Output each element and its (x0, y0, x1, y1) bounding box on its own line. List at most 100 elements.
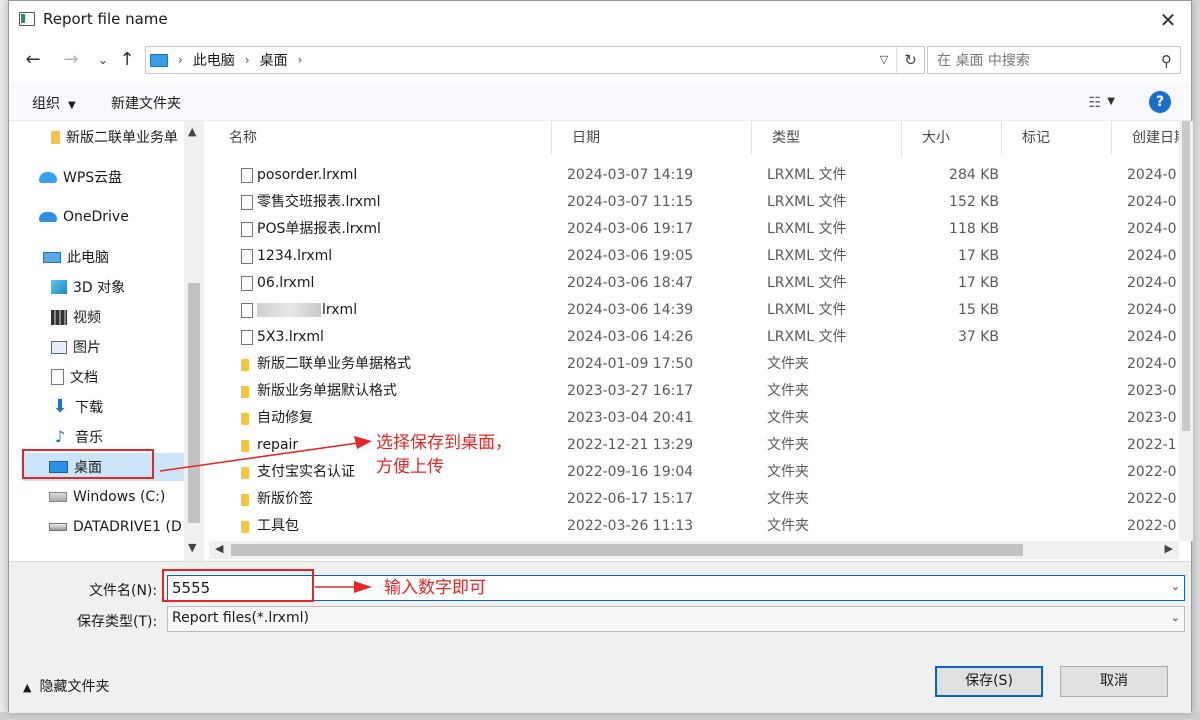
scroll-up-icon[interactable]: ▲ (188, 125, 196, 138)
file-type: 文件夹 (767, 491, 809, 507)
organize-button[interactable]: 组织 ▼ (32, 93, 76, 113)
file-size (909, 513, 999, 540)
nav-item-downloads[interactable]: ⬇ 下载 (51, 393, 204, 421)
file-date: 2024-03-06 18:47 (567, 275, 694, 291)
help-icon[interactable]: ? (1149, 91, 1171, 113)
file-row[interactable]: 06.lrxml 2024-03-06 18:47 LRXML 文件 17 KB 202… (209, 270, 1191, 297)
file-name-text: lrxml (322, 302, 358, 318)
file-row[interactable]: 新版业务单据默认格式 2023-03-27 16:17 文件夹 2023-0 (209, 378, 1191, 405)
file-row[interactable]: 自动修复 2023-03-04 20:41 文件夹 2023-0 (209, 405, 1191, 432)
file-row[interactable]: 工具包 2022-03-26 11:13 文件夹 2022-0 (209, 513, 1191, 540)
file-row[interactable]: POS单据报表.lrxml 2024-03-06 19:17 LRXML 文件 118… (209, 216, 1191, 243)
column-header-date[interactable]: 日期 (552, 121, 752, 155)
hide-folders-toggle[interactable]: ▲ 隐藏文件夹 (23, 676, 109, 696)
new-folder-button[interactable]: 新建文件夹 (111, 93, 181, 113)
view-options-icon[interactable]: ☷ (1088, 95, 1101, 111)
vertical-scroll-thumb[interactable] (1182, 121, 1190, 431)
column-header-tags[interactable]: 标记 (1002, 121, 1112, 155)
horizontal-scroll-thumb[interactable] (231, 544, 1023, 556)
annotation-text-filename: 输入数字即可 (384, 578, 486, 598)
scroll-left-icon[interactable]: ◀ (215, 542, 223, 555)
nav-item-onedrive[interactable]: OneDrive (39, 203, 204, 231)
filename-dropdown-icon[interactable]: ⌄ (1171, 580, 1180, 593)
breadcrumb-desktop[interactable]: 桌面 (260, 50, 288, 70)
file-row[interactable]: repair 2022-12-21 13:29 文件夹 2022-1 (209, 432, 1191, 459)
file-name-text: 工具包 (257, 518, 299, 534)
file-list-horizontal-scrollbar[interactable]: ◀ ▶ (209, 541, 1179, 559)
file-type: LRXML 文件 (767, 275, 847, 291)
file-row[interactable]: 1234.lrxml 2024-03-06 19:05 LRXML 文件 17 KB 2… (209, 243, 1191, 270)
file-size: 15 KB (957, 302, 999, 318)
nav-item-music[interactable]: ♪ 音乐 (51, 423, 204, 451)
nav-item-wps-cloud[interactable]: WPS云盘 (39, 163, 204, 191)
address-dropdown-icon[interactable]: ▽ (874, 47, 894, 73)
up-arrow-icon[interactable]: ↑ (115, 47, 139, 73)
navigation-pane: 新版二联单业务单 WPS云盘 OneDrive 此电脑 3D 对象 视频 图片 … (9, 121, 204, 561)
nav-item-documents[interactable]: 文档 (51, 363, 204, 391)
annotation-box-desktop (22, 449, 154, 479)
filename-input[interactable]: 5555 ⌄ (167, 575, 1185, 601)
file-name-text: 新版二联单业务单据格式 (257, 356, 411, 372)
view-chevron-down-icon[interactable]: ▼ (1107, 96, 1115, 107)
cancel-button[interactable]: 取消 (1060, 666, 1168, 697)
file-name: 新版价签 (257, 486, 557, 513)
breadcrumb-this-pc[interactable]: 此电脑 (193, 50, 235, 70)
nav-item-3d-objects[interactable]: 3D 对象 (51, 273, 204, 301)
scroll-right-icon[interactable]: ▶ (1165, 542, 1173, 555)
onedrive-icon (39, 212, 57, 222)
file-row[interactable]: 5X3.lrxml 2024-03-06 14:26 LRXML 文件 37 KB 20… (209, 324, 1191, 351)
nav-item-label: WPS云盘 (63, 170, 123, 186)
file-icon (241, 276, 253, 291)
file-row[interactable]: lrxml 2024-03-06 14:39 LRXML 文件 15 KB 2024-0 (209, 297, 1191, 324)
file-icon (241, 330, 253, 345)
nav-item-datadrive-d[interactable]: DATADRIVE1 (D (49, 513, 204, 541)
nav-item-this-pc[interactable]: 此电脑 (43, 243, 204, 271)
folder-icon (241, 386, 249, 398)
back-arrow-icon[interactable]: ← (21, 47, 45, 73)
file-type: 文件夹 (767, 410, 809, 426)
file-size: 118 KB (949, 221, 999, 237)
save-button[interactable]: 保存(S) (935, 666, 1043, 697)
file-name-text: 1234.lrxml (257, 248, 333, 264)
column-header-type[interactable]: 类型 (752, 121, 902, 155)
filename-label: 文件名(N): (89, 583, 158, 599)
file-size (909, 459, 999, 486)
close-icon[interactable]: ✕ (1155, 7, 1181, 33)
forward-arrow-icon[interactable]: → (59, 47, 83, 73)
filetype-dropdown-icon[interactable]: ⌄ (1171, 611, 1180, 624)
nav-item-windows-c[interactable]: Windows (C:) (49, 483, 204, 511)
file-date: 2024-01-09 17:50 (567, 356, 694, 372)
nav-pane-scrollbar[interactable]: ▲ ▼ (184, 121, 204, 561)
file-row[interactable]: 零售交班报表.lrxml 2024-03-07 11:15 LRXML 文件 152 … (209, 189, 1191, 216)
nav-item-pictures[interactable]: 图片 (51, 333, 204, 361)
file-icon (241, 195, 253, 210)
file-size: 152 KB (949, 194, 999, 210)
file-row[interactable]: posorder.lrxml 2024-03-07 14:19 LRXML 文件 28… (209, 162, 1191, 189)
search-input[interactable]: 在 桌面 中搜索 ⚲ (927, 46, 1181, 74)
app-icon (19, 12, 35, 26)
file-type: 文件夹 (767, 356, 809, 372)
hide-folders-label: 隐藏文件夹 (39, 679, 110, 695)
breadcrumb-separator-icon[interactable]: › (298, 53, 303, 67)
file-row[interactable]: 支付宝实名认证 2022-09-16 19:04 文件夹 2022-0 (209, 459, 1191, 486)
file-name-text: 新版价签 (257, 491, 313, 507)
filetype-value: Report files(*.lrxml) (172, 610, 309, 626)
column-header-size[interactable]: 大小 (902, 121, 1002, 155)
file-row[interactable]: 新版二联单业务单据格式 2024-01-09 17:50 文件夹 2024-0 (209, 351, 1191, 378)
nav-scroll-thumb[interactable] (188, 283, 200, 523)
file-row[interactable]: 新版价签 2022-06-17 15:17 文件夹 2022-0 (209, 486, 1191, 513)
refresh-icon[interactable]: ↻ (896, 47, 924, 73)
windows-drive-icon (49, 492, 67, 502)
filetype-select[interactable]: Report files(*.lrxml) ⌄ (167, 606, 1185, 632)
file-name-text: 新版业务单据默认格式 (257, 383, 397, 399)
nav-item-label: 新版二联单业务单 (66, 130, 178, 146)
file-size: 17 KB (957, 275, 999, 291)
column-header-name[interactable]: 名称 (209, 121, 552, 155)
nav-item-new-folder[interactable]: 新版二联单业务单 (51, 123, 204, 151)
nav-item-videos[interactable]: 视频 (51, 303, 204, 331)
address-bar[interactable]: › 此电脑 › 桌面 › ▽ ↻ (145, 46, 925, 74)
file-list-vertical-scrollbar[interactable] (1179, 121, 1193, 541)
scroll-down-icon[interactable]: ▼ (188, 541, 196, 554)
redacted-name-block (257, 303, 321, 317)
recent-locations-chevron-icon[interactable]: ⌄ (91, 47, 115, 73)
